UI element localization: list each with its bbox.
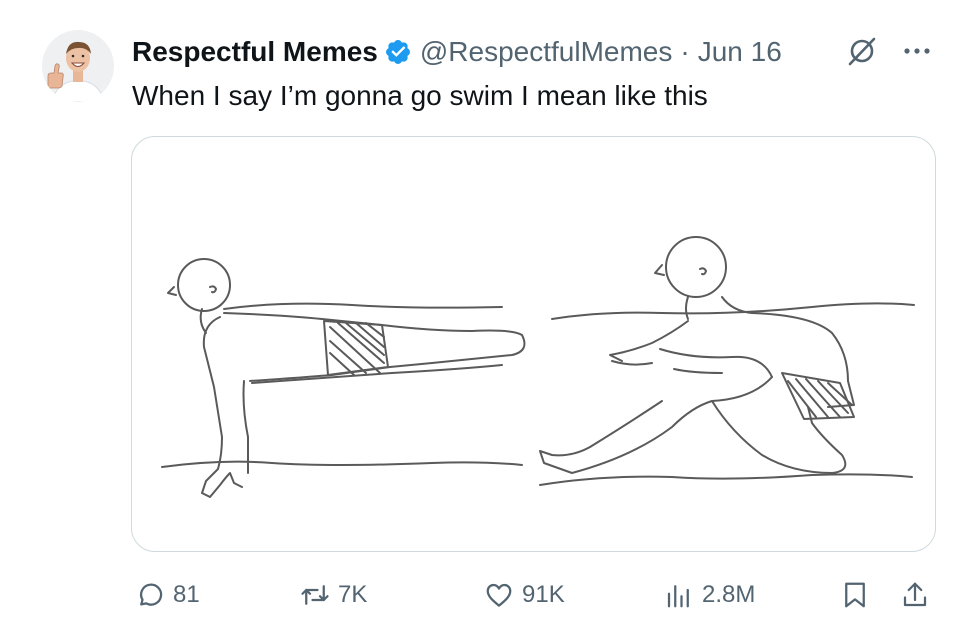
- heart-icon: [486, 583, 512, 607]
- swimming-drawing: [161, 236, 915, 498]
- avatar[interactable]: [42, 30, 114, 102]
- like-button[interactable]: 91K: [484, 575, 565, 615]
- views-chart-icon: [667, 585, 689, 608]
- repost-icon: [301, 585, 329, 605]
- tweet-text: When I say I’m gonna go swim I mean like…: [132, 80, 708, 111]
- header-actions: [846, 34, 934, 68]
- reply-button[interactable]: 81: [135, 575, 200, 615]
- separator-dot: ·: [680, 36, 690, 67]
- repost-count: 7K: [338, 581, 368, 608]
- like-count: 91K: [522, 581, 565, 608]
- bookmark-icon: [845, 582, 865, 608]
- tweet-header: Respectful Memes @RespectfulMemes · Jun …: [132, 32, 782, 72]
- author-handle[interactable]: @RespectfulMemes: [420, 36, 673, 68]
- author-name[interactable]: Respectful Memes: [132, 36, 378, 68]
- action-bar: 81 7K 91K 2.8M: [0, 575, 978, 615]
- panel-left: [161, 258, 526, 498]
- reply-icon: [139, 583, 163, 606]
- tweet-card[interactable]: Respectful Memes @RespectfulMemes · Jun …: [0, 0, 978, 630]
- view-count: 2.8M: [702, 581, 756, 608]
- verified-badge-icon[interactable]: [384, 38, 412, 66]
- views-button[interactable]: 2.8M: [664, 575, 755, 615]
- reply-count: 81: [173, 581, 200, 608]
- panel-right: [539, 236, 915, 486]
- share-icon: [903, 582, 927, 607]
- share-button[interactable]: [900, 575, 930, 615]
- more-options-icon[interactable]: [900, 34, 934, 68]
- tweet-media[interactable]: [131, 136, 936, 552]
- avatar-image: [42, 30, 114, 102]
- bookmark-button[interactable]: [840, 575, 870, 615]
- repost-button[interactable]: 7K: [300, 575, 367, 615]
- grok-icon[interactable]: [846, 35, 878, 67]
- tweet-date[interactable]: Jun 16: [698, 36, 782, 68]
